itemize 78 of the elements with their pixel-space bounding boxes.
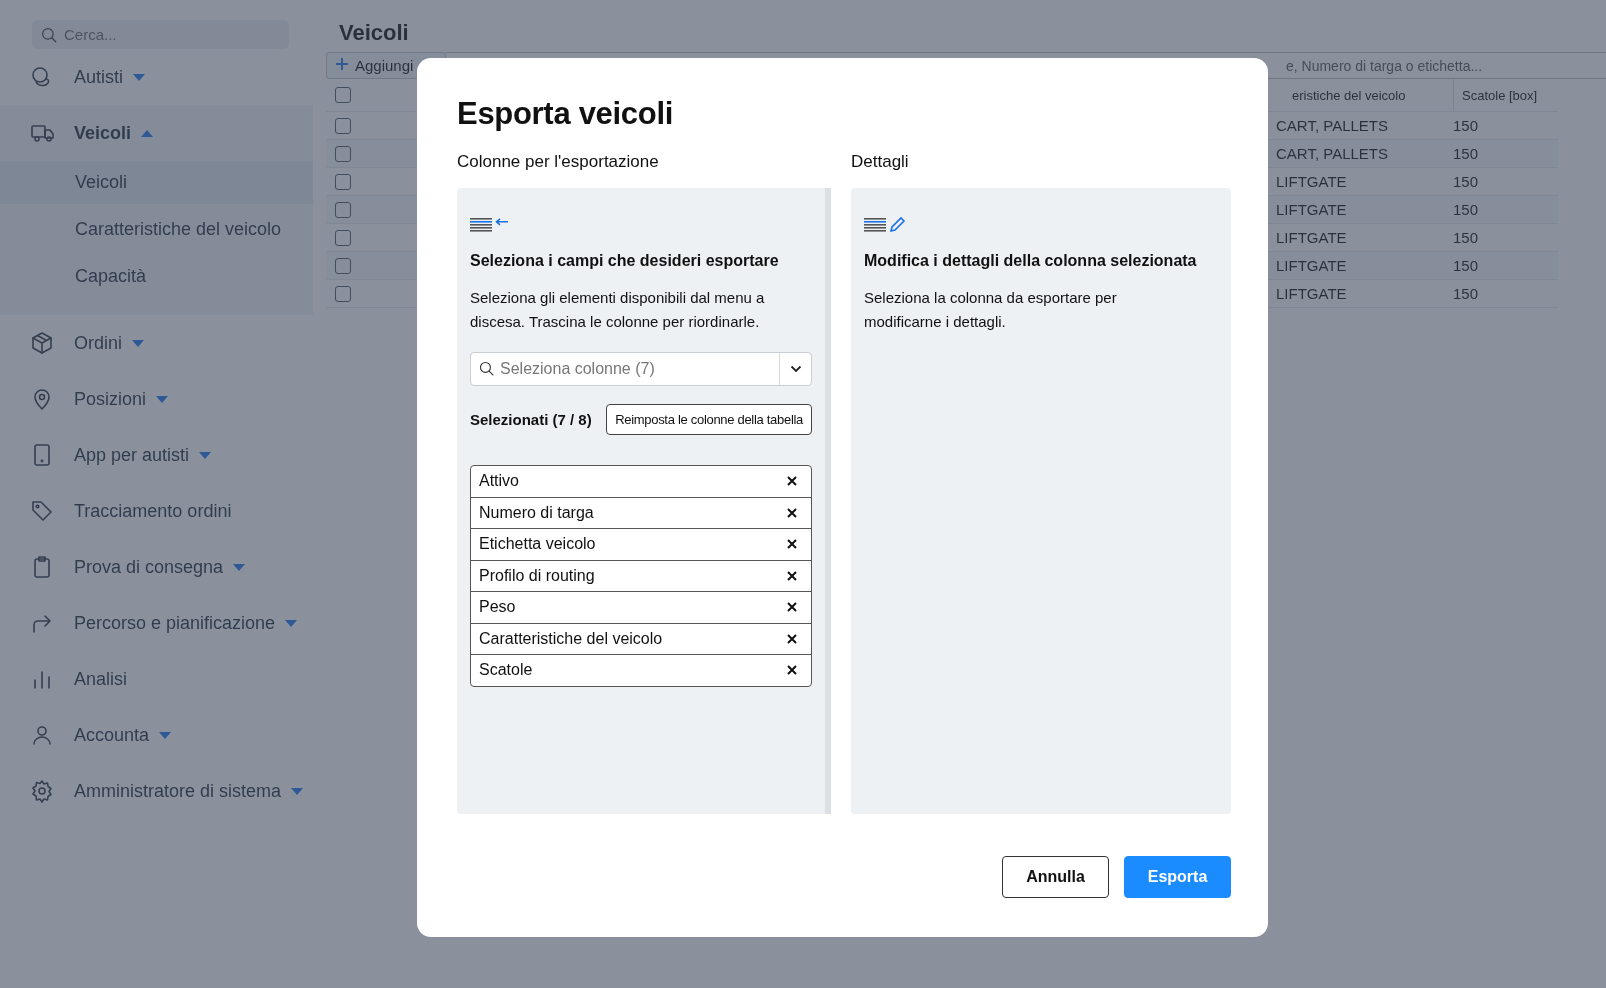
remove-icon[interactable] (787, 570, 797, 581)
checkbox[interactable] (335, 229, 351, 246)
column-select-field[interactable]: Seleziona colonne (7) (470, 352, 812, 386)
panel-description: Seleziona gli elementi disponibili dal menu a discesa. Trascina le colonne per riordinarle. (470, 288, 766, 332)
caret-up-icon (141, 129, 154, 137)
table-cell-text: 150 (1452, 228, 1480, 248)
checkbox[interactable] (335, 87, 351, 103)
table-cell-text: 150 (1452, 116, 1480, 136)
table-cell-text: LIFTGATE (1276, 228, 1348, 248)
caret-down-icon (199, 451, 212, 459)
table-cell-text: CART, PALLETS (1276, 144, 1389, 164)
search-icon (478, 360, 495, 377)
table-cell-text: LIFTGATE (1276, 200, 1348, 220)
remove-icon[interactable] (787, 602, 797, 613)
nav-subitem[interactable]: Caratteristiche del veicolo (0, 208, 313, 251)
checkbox[interactable] (335, 257, 351, 274)
nav-item[interactable]: Tracciamento ordini (0, 483, 313, 539)
checkbox[interactable] (335, 173, 351, 190)
table-cell-text: 150 (1452, 284, 1480, 304)
nav-item[interactable]: Accounta (0, 707, 313, 763)
table-cell-text: 150 (1452, 144, 1480, 164)
scrollbar[interactable] (825, 188, 831, 814)
column-header[interactable]: eristiche del veicolo (1284, 79, 1453, 111)
column-item[interactable]: Etichetta veicolo (471, 528, 811, 560)
table-cell-text: CART, PALLETS (1276, 116, 1389, 136)
column-item[interactable]: Caratteristiche del veicolo (471, 622, 811, 654)
cancel-button[interactable]: Annulla (1002, 856, 1109, 898)
checkbox[interactable] (335, 285, 351, 302)
caret-down-icon (156, 395, 169, 403)
caret-down-icon (291, 787, 304, 795)
nav-subitem[interactable]: Capacità (0, 255, 313, 298)
nav-item[interactable]: Prova di consegna (0, 539, 313, 595)
caret-down-icon (132, 339, 144, 347)
nav-item[interactable]: Percorso e pianificazione (0, 595, 313, 651)
nav-item[interactable]: Autisti (0, 49, 313, 105)
caret-down-icon (285, 619, 298, 627)
nav-item[interactable]: Amministratore di sistema (0, 763, 313, 819)
search-icon (40, 26, 58, 44)
table-cell-text: LIFTGATE (1276, 172, 1348, 192)
table-cell-text: LIFTGATE (1276, 256, 1348, 276)
page-title: Veicoli (339, 20, 410, 46)
table-cell-text: 150 (1452, 200, 1480, 220)
column-header[interactable]: Scatole [box] (1453, 79, 1558, 111)
dialog-title: Esporta veicoli (457, 96, 675, 132)
checkbox[interactable] (335, 145, 351, 162)
remove-icon[interactable] (787, 507, 797, 518)
nav-subitem[interactable]: Veicoli (0, 161, 313, 204)
table-cell-text: LIFTGATE (1276, 284, 1348, 304)
remove-icon[interactable] (787, 539, 797, 550)
section-label: Dettagli (851, 152, 910, 172)
selected-count: Selezionati (7 / 8) (470, 411, 592, 428)
export-button[interactable]: Esporta (1124, 856, 1231, 898)
checkbox[interactable] (335, 201, 351, 218)
remove-icon[interactable] (787, 665, 797, 676)
column-item[interactable]: Profilo di routing (471, 559, 811, 591)
panel-description: Seleziona la colonna da esportare per modificarne i dettagli. (864, 288, 1118, 332)
columns-pencil-icon (864, 216, 906, 233)
caret-down-icon (233, 563, 246, 571)
table-cell-text: 150 (1452, 172, 1480, 192)
nav-item[interactable]: Ordini (0, 315, 313, 371)
column-item[interactable]: Numero di targa (471, 496, 811, 528)
column-item[interactable]: Scatole (471, 654, 811, 686)
nav-item[interactable]: Veicoli (0, 105, 313, 161)
table-cell-text: 150 (1452, 256, 1480, 276)
nav-item[interactable]: App per autisti (0, 427, 313, 483)
remove-icon[interactable] (787, 476, 797, 487)
caret-down-icon (159, 731, 172, 739)
nav-item[interactable]: Posizioni (0, 371, 313, 427)
panel-heading: Modifica i dettagli della colonna selezionata (864, 252, 1198, 270)
column-item[interactable]: Attivo (471, 466, 811, 497)
nav-item[interactable]: Analisi (0, 651, 313, 707)
remove-icon[interactable] (787, 633, 797, 644)
column-item[interactable]: Peso (471, 591, 811, 623)
caret-down-icon (133, 73, 146, 81)
section-label: Colonne per l'esportazione (457, 152, 660, 172)
reset-button[interactable]: Reimposta le colonne della tabella (606, 404, 812, 435)
panel-heading: Seleziona i campi che desideri esportare (470, 252, 780, 270)
checkbox[interactable] (335, 117, 351, 134)
